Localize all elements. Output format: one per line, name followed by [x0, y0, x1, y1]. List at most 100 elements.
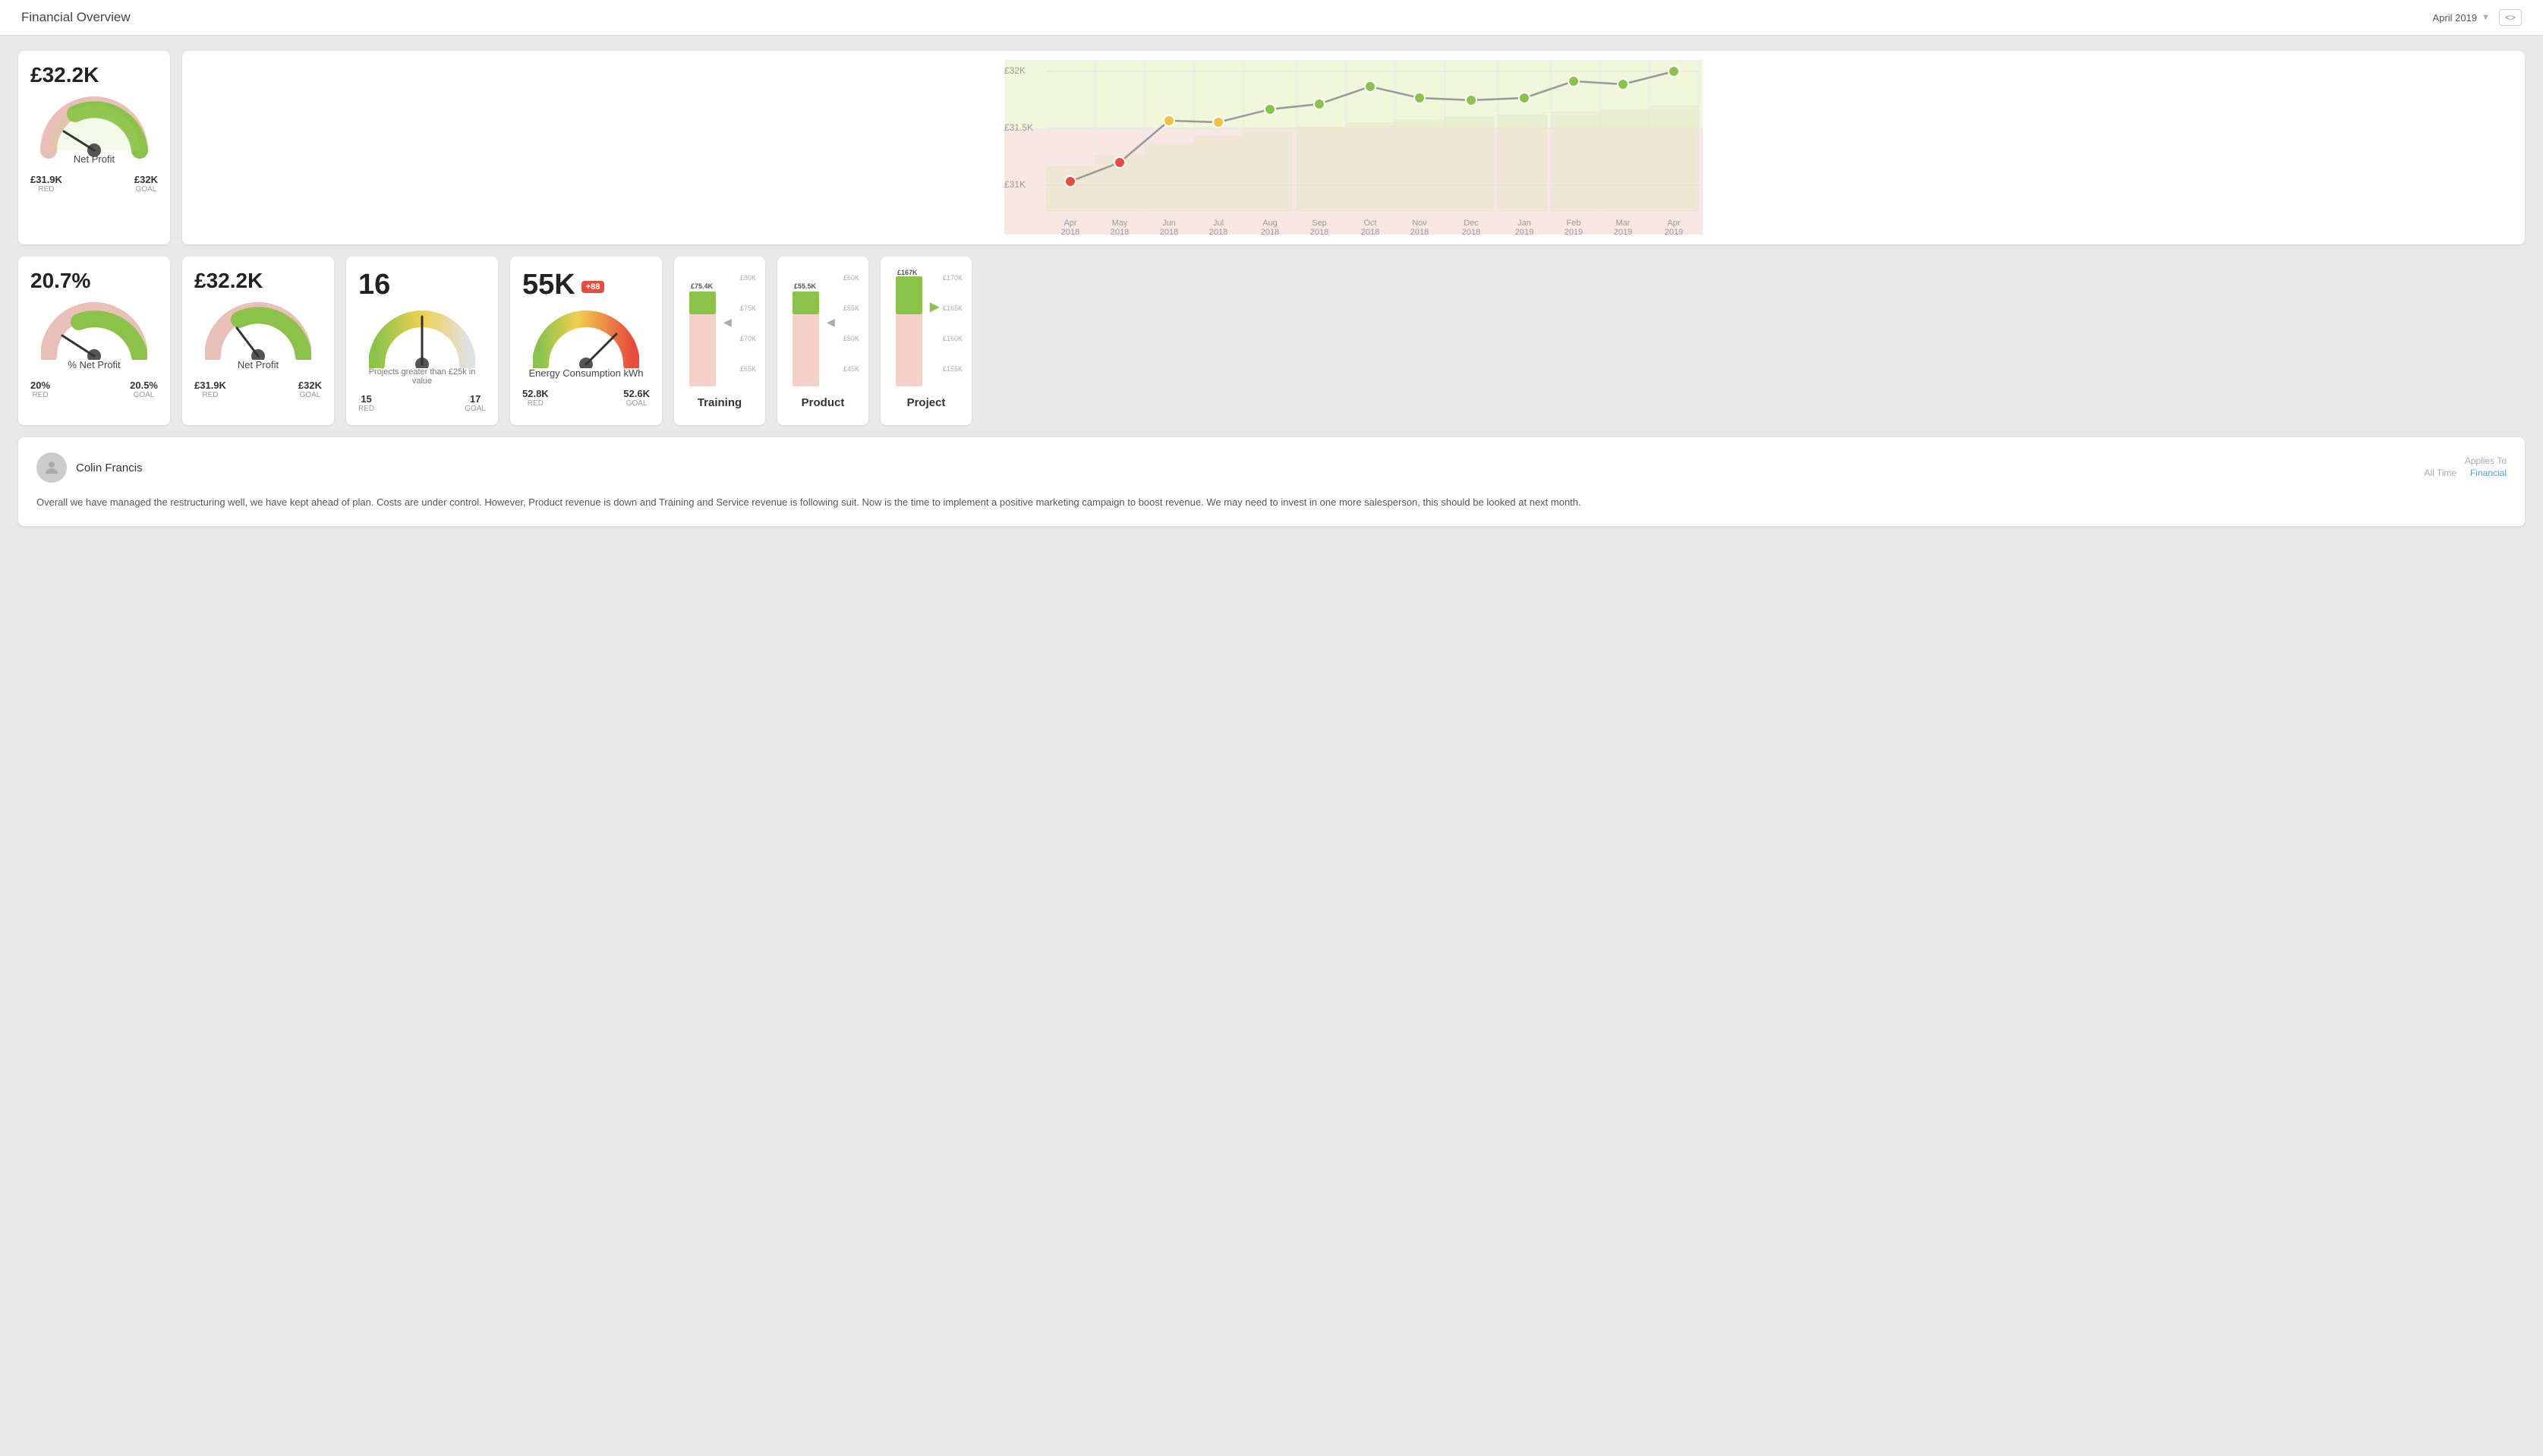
svg-text:2019: 2019 — [1665, 228, 1683, 235]
date-label: April 2019 — [2433, 12, 2478, 24]
svg-text:£75K: £75K — [740, 304, 756, 312]
avatar — [36, 452, 67, 483]
percent-net-profit-card: 20.7% % Net Profit 20% RED 20.5% GOAL — [18, 257, 170, 425]
svg-text:Apr: Apr — [1064, 219, 1076, 228]
gauge2-wrapper — [205, 299, 311, 356]
svg-text:Jan: Jan — [1517, 219, 1531, 228]
energy-value: 55K — [522, 269, 575, 301]
svg-text:£55.5K: £55.5K — [794, 282, 817, 290]
net-profit-red: £31.9K RED — [30, 174, 62, 194]
svg-text:£75.4K: £75.4K — [691, 282, 714, 290]
svg-text:£31.5K: £31.5K — [1004, 122, 1033, 133]
svg-text:Mar: Mar — [1616, 219, 1631, 228]
svg-text:2018: 2018 — [1111, 228, 1129, 235]
energy-gauge-wrapper — [533, 307, 639, 364]
product-chart-svg: £60K £55K £50K £45K ◀ £55.5K — [785, 269, 861, 390]
comment-section: Colin Francis Applies To All Time Financ… — [18, 437, 2525, 526]
comment-user: Colin Francis — [36, 452, 143, 483]
projects-desc: Projects greater than £25k in value — [358, 367, 486, 386]
svg-text:Jun: Jun — [1162, 219, 1176, 228]
svg-text:▶: ▶ — [929, 301, 940, 314]
svg-text:£170K: £170K — [943, 274, 963, 282]
line-chart-card: £32K £31.5K £31K — [182, 51, 2525, 244]
energy-label: Energy Consumption kWh — [528, 367, 643, 379]
svg-text:£32K: £32K — [1004, 65, 1026, 76]
svg-text:◀: ◀ — [723, 316, 732, 328]
svg-text:May: May — [1112, 219, 1128, 228]
product-card: £60K £55K £50K £45K ◀ £55.5K Product — [777, 257, 868, 425]
svg-text:Jul: Jul — [1213, 219, 1224, 228]
financial-link[interactable]: Financial — [2470, 468, 2507, 478]
svg-text:£160K: £160K — [943, 335, 963, 342]
chevron-down-icon: ▼ — [2482, 13, 2490, 22]
main-content: £32.2K Net Profit £31.9K RE — [0, 36, 2543, 541]
net-profit-big-value: £32.2K — [30, 63, 99, 87]
projects-gauge-wrapper — [369, 307, 475, 364]
svg-text:£167K: £167K — [897, 269, 918, 276]
projects-value: 16 — [358, 269, 390, 301]
svg-text:£80K: £80K — [740, 274, 756, 282]
projects-footer: 15 RED 17 GOAL — [358, 393, 486, 413]
svg-text:2018: 2018 — [1209, 228, 1227, 235]
user-icon — [43, 459, 61, 477]
header: Financial Overview April 2019 ▼ <> — [0, 0, 2543, 36]
project-label: Project — [907, 396, 946, 409]
svg-text:2018: 2018 — [1160, 228, 1178, 235]
percent-gauge-wrapper — [41, 299, 147, 356]
product-label: Product — [802, 396, 845, 409]
svg-text:Apr: Apr — [1667, 219, 1680, 228]
percent-net-profit-footer: 20% RED 20.5% GOAL — [30, 380, 158, 399]
svg-text:2018: 2018 — [1261, 228, 1279, 235]
training-label: Training — [698, 396, 742, 409]
energy-value-row: 55K +88 — [522, 269, 604, 304]
svg-text:2018: 2018 — [1310, 228, 1328, 235]
svg-text:£60K: £60K — [843, 274, 859, 282]
username: Colin Francis — [76, 462, 143, 474]
svg-text:Feb: Feb — [1567, 219, 1581, 228]
header-controls: April 2019 ▼ <> — [2433, 9, 2522, 26]
percent-gauge-svg — [41, 299, 147, 360]
svg-text:2018: 2018 — [1462, 228, 1480, 235]
svg-text:2019: 2019 — [1565, 228, 1583, 235]
svg-text:Dec: Dec — [1464, 219, 1479, 228]
net-profit-card-2: £32.2K Net Profit £31.9K RED £32K GOAL — [182, 257, 334, 425]
projects-card: 16 Projects greate — [346, 257, 498, 425]
energy-gauge-svg — [533, 307, 639, 368]
top-row: £32.2K Net Profit £31.9K RE — [18, 51, 2525, 244]
net-profit-card: £32.2K Net Profit £31.9K RE — [18, 51, 170, 244]
projects-gauge-svg — [369, 307, 475, 368]
net-profit-gauge-svg — [41, 93, 147, 154]
net-profit-2-label: Net Profit — [238, 359, 279, 370]
net-profit-footer: £31.9K RED £32K GOAL — [30, 174, 158, 194]
svg-text:Oct: Oct — [1363, 219, 1376, 228]
bottom-row: 20.7% % Net Profit 20% RED 20.5% GOAL — [18, 257, 2525, 425]
percent-net-profit-label: % Net Profit — [68, 359, 120, 370]
svg-text:2018: 2018 — [1410, 228, 1429, 235]
net-profit-goal: £32K GOAL — [134, 174, 158, 194]
line-chart-svg: £32K £31.5K £31K — [194, 60, 2513, 235]
net-profit-2-value: £32.2K — [194, 269, 263, 293]
page-title: Financial Overview — [21, 10, 131, 25]
percent-net-profit-value: 20.7% — [30, 269, 90, 293]
applies-to: Applies To All Time Financial — [2425, 455, 2507, 480]
svg-text:2019: 2019 — [1515, 228, 1533, 235]
comment-text: Overall we have managed the restructurin… — [36, 495, 2507, 511]
comment-header: Colin Francis Applies To All Time Financ… — [36, 452, 2507, 483]
svg-text:£65K: £65K — [740, 365, 756, 373]
svg-text:2018: 2018 — [1361, 228, 1379, 235]
project-chart-card: £170K £165K £160K £155K ▶ £167K Project — [881, 257, 972, 425]
project-chart-svg: £170K £165K £160K £155K ▶ £167K — [888, 269, 964, 390]
svg-text:£165K: £165K — [943, 304, 963, 312]
svg-text:£31K: £31K — [1004, 179, 1026, 190]
svg-text:Nov: Nov — [1412, 219, 1427, 228]
date-selector[interactable]: April 2019 ▼ — [2433, 12, 2490, 24]
svg-text:£155K: £155K — [943, 365, 963, 373]
svg-text:£70K: £70K — [740, 335, 756, 342]
code-toggle-button[interactable]: <> — [2499, 9, 2522, 26]
svg-text:£50K: £50K — [843, 335, 859, 342]
energy-badge: +88 — [581, 281, 605, 293]
energy-footer: 52.8K RED 52.6K GOAL — [522, 388, 650, 408]
svg-text:Sep: Sep — [1312, 219, 1327, 228]
energy-card: 55K +88 Energy — [510, 257, 662, 425]
svg-text:Aug: Aug — [1262, 219, 1278, 228]
